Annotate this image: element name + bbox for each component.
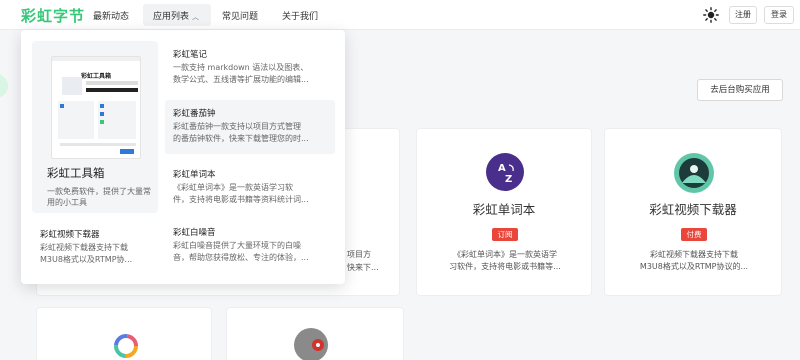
app-card-word-book[interactable]: A Z 彩虹单词本 订阅 《彩虹单词本》是一款英语学 习软件，支持将电影或书籍等…	[416, 128, 592, 296]
menu-item-desc: 一款支持 markdown 语法以及图表、 数学公式、五线谱等扩展功能的编辑..…	[173, 63, 309, 84]
paid-badge: 付费	[681, 228, 707, 241]
app-card[interactable]	[226, 307, 404, 360]
card-desc: 彩虹视频下载器支持下载 M3U8格式以及RTMP协议的...	[639, 250, 749, 271]
video-downloader-app-icon	[674, 153, 714, 193]
card-desc: 《彩虹单词本》是一款英语学 习软件，支持将电影或书籍等...	[449, 250, 561, 271]
svg-text:Z: Z	[505, 174, 512, 185]
menu-item-title: 彩虹视频下载器	[40, 230, 100, 240]
subscription-badge: 订阅	[492, 228, 518, 241]
rainbow-ring-app-icon	[114, 334, 138, 358]
register-button[interactable]: 注册	[729, 6, 757, 24]
nav-app-list[interactable]: 应用列表 ︿	[153, 9, 199, 22]
card-title: 彩虹视频下载器	[649, 202, 737, 217]
word-book-app-icon: A Z	[486, 153, 524, 191]
menu-item-desc: 彩虹视频下载器支持下载 M3U8格式以及RTMP协...	[40, 243, 133, 264]
site-logo[interactable]: 彩虹字节	[21, 5, 85, 26]
menu-item-title: 彩虹笔记	[173, 50, 208, 60]
white-noise-app-icon	[294, 328, 328, 360]
toolbox-screenshot: 彩虹工具箱	[51, 56, 141, 159]
card-desc-fragment: 快来下...	[347, 263, 379, 272]
menu-item-desc: 《彩虹单词本》是一款英语学习软 件，支持将电影或书籍等资料统计词...	[173, 183, 309, 204]
card-title: 彩虹单词本	[472, 202, 536, 217]
featured-app-rainbow-toolbox[interactable]: 彩虹工具箱 彩虹工具箱 一款免费软件，提供了大量常用的小工具	[32, 41, 158, 213]
card-desc-fragment: 项目方	[347, 250, 371, 259]
featured-title: 彩虹工具箱	[47, 166, 105, 180]
sun-icon[interactable]	[703, 7, 719, 23]
app-card-video-downloader[interactable]: 彩虹视频下载器 付费 彩虹视频下载器支持下载 M3U8格式以及RTMP协议的..…	[604, 128, 782, 296]
chevron-up-icon: ︿	[192, 13, 200, 21]
menu-item-title: 彩虹白噪音	[173, 228, 216, 238]
app-card[interactable]	[36, 307, 212, 360]
app-list-dropdown: 彩虹工具箱 彩虹工具箱 一款免费软件，提供了大量常用的小工具 彩虹笔记 一款支持…	[21, 30, 345, 284]
top-navbar: 彩虹字节 最新动态 应用列表 ︿ 常见问题 关于我们 注册 登录	[0, 0, 800, 30]
svg-text:A: A	[498, 163, 506, 174]
buy-apps-button[interactable]: 去后台购买应用	[697, 79, 783, 101]
menu-item-title: 彩虹单词本	[173, 170, 216, 180]
nav-faq[interactable]: 常见问题	[222, 9, 258, 22]
nav-app-list-label: 应用列表	[153, 12, 190, 22]
menu-item-desc: 彩虹番茄钟一款支持以项目方式管理 的番茄钟软件，快来下载管理您的时...	[173, 122, 309, 143]
menu-item-title: 彩虹番茄钟	[173, 109, 216, 119]
featured-desc: 一款免费软件，提供了大量常用的小工具	[47, 187, 151, 207]
nav-latest-news[interactable]: 最新动态	[93, 9, 129, 22]
menu-item-desc: 彩虹白噪音提供了大量环境下的白噪 音，帮助您获得放松、专注的体验，...	[173, 241, 309, 262]
side-float-tab[interactable]	[0, 74, 8, 98]
login-button[interactable]: 登录	[764, 6, 794, 24]
nav-about[interactable]: 关于我们	[282, 9, 318, 22]
